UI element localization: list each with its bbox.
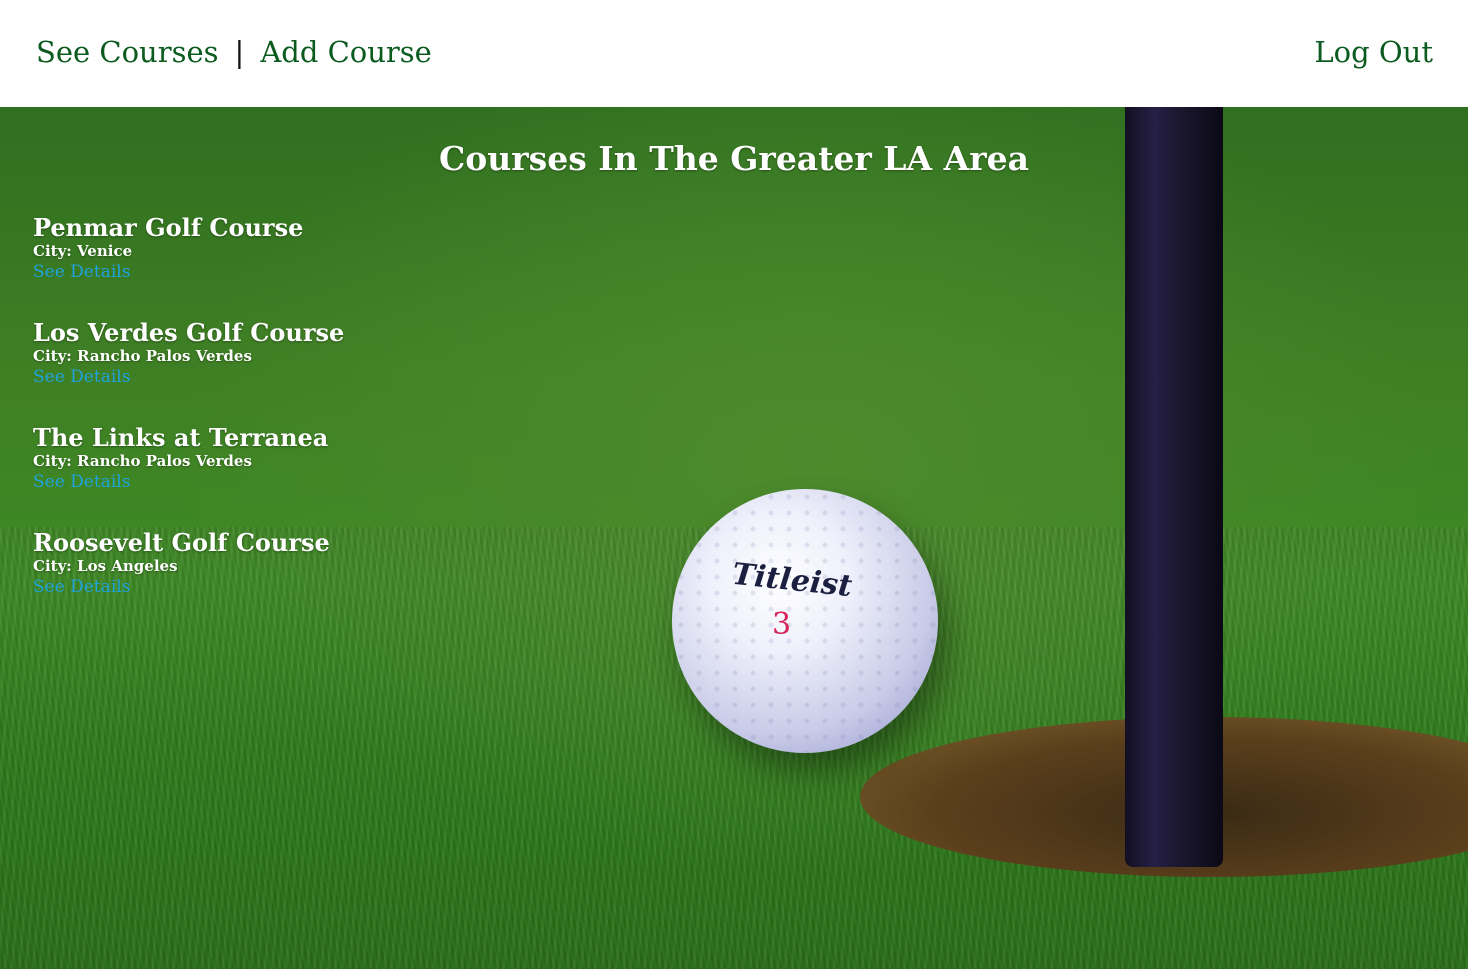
log-out-link[interactable]: Log Out — [1314, 35, 1433, 69]
see-courses-link[interactable]: See Courses — [36, 35, 219, 69]
flag-pole — [1125, 107, 1223, 867]
course-item: The Links at Terranea City: Rancho Palos… — [33, 424, 633, 529]
top-nav-bar: See Courses | Add Course Log Out — [0, 0, 1468, 107]
ball-number-text: 3 — [772, 607, 792, 642]
course-name: Roosevelt Golf Course — [33, 528, 330, 557]
course-item: Los Verdes Golf Course City: Rancho Palo… — [33, 319, 633, 424]
add-course-link[interactable]: Add Course — [260, 35, 432, 69]
course-city: City: Los Angeles — [33, 557, 178, 575]
see-details-link[interactable]: See Details — [33, 366, 130, 388]
nav-separator: | — [234, 35, 245, 69]
see-details-link[interactable]: See Details — [33, 261, 130, 283]
see-details-link[interactable]: See Details — [33, 471, 130, 493]
golf-ball: Titleist 3 — [672, 489, 938, 753]
course-name: Penmar Golf Course — [33, 213, 304, 242]
see-details-link[interactable]: See Details — [33, 576, 130, 598]
nav-left-group: See Courses | Add Course — [36, 30, 432, 74]
course-item: Penmar Golf Course City: Venice See Deta… — [33, 214, 633, 319]
course-city: City: Rancho Palos Verdes — [33, 452, 252, 470]
course-list: Penmar Golf Course City: Venice See Deta… — [33, 214, 633, 634]
course-name: The Links at Terranea — [33, 423, 329, 452]
hero-background: Titleist 3 Courses In The Greater LA Are… — [0, 107, 1468, 969]
course-city: City: Venice — [33, 242, 133, 260]
nav-right-group: Log Out — [1314, 30, 1433, 74]
page-title: Courses In The Greater LA Area — [439, 139, 1029, 178]
ball-brand-text: Titleist — [730, 556, 854, 605]
course-item: Roosevelt Golf Course City: Los Angeles … — [33, 529, 633, 634]
course-name: Los Verdes Golf Course — [33, 318, 345, 347]
course-city: City: Rancho Palos Verdes — [33, 347, 252, 365]
